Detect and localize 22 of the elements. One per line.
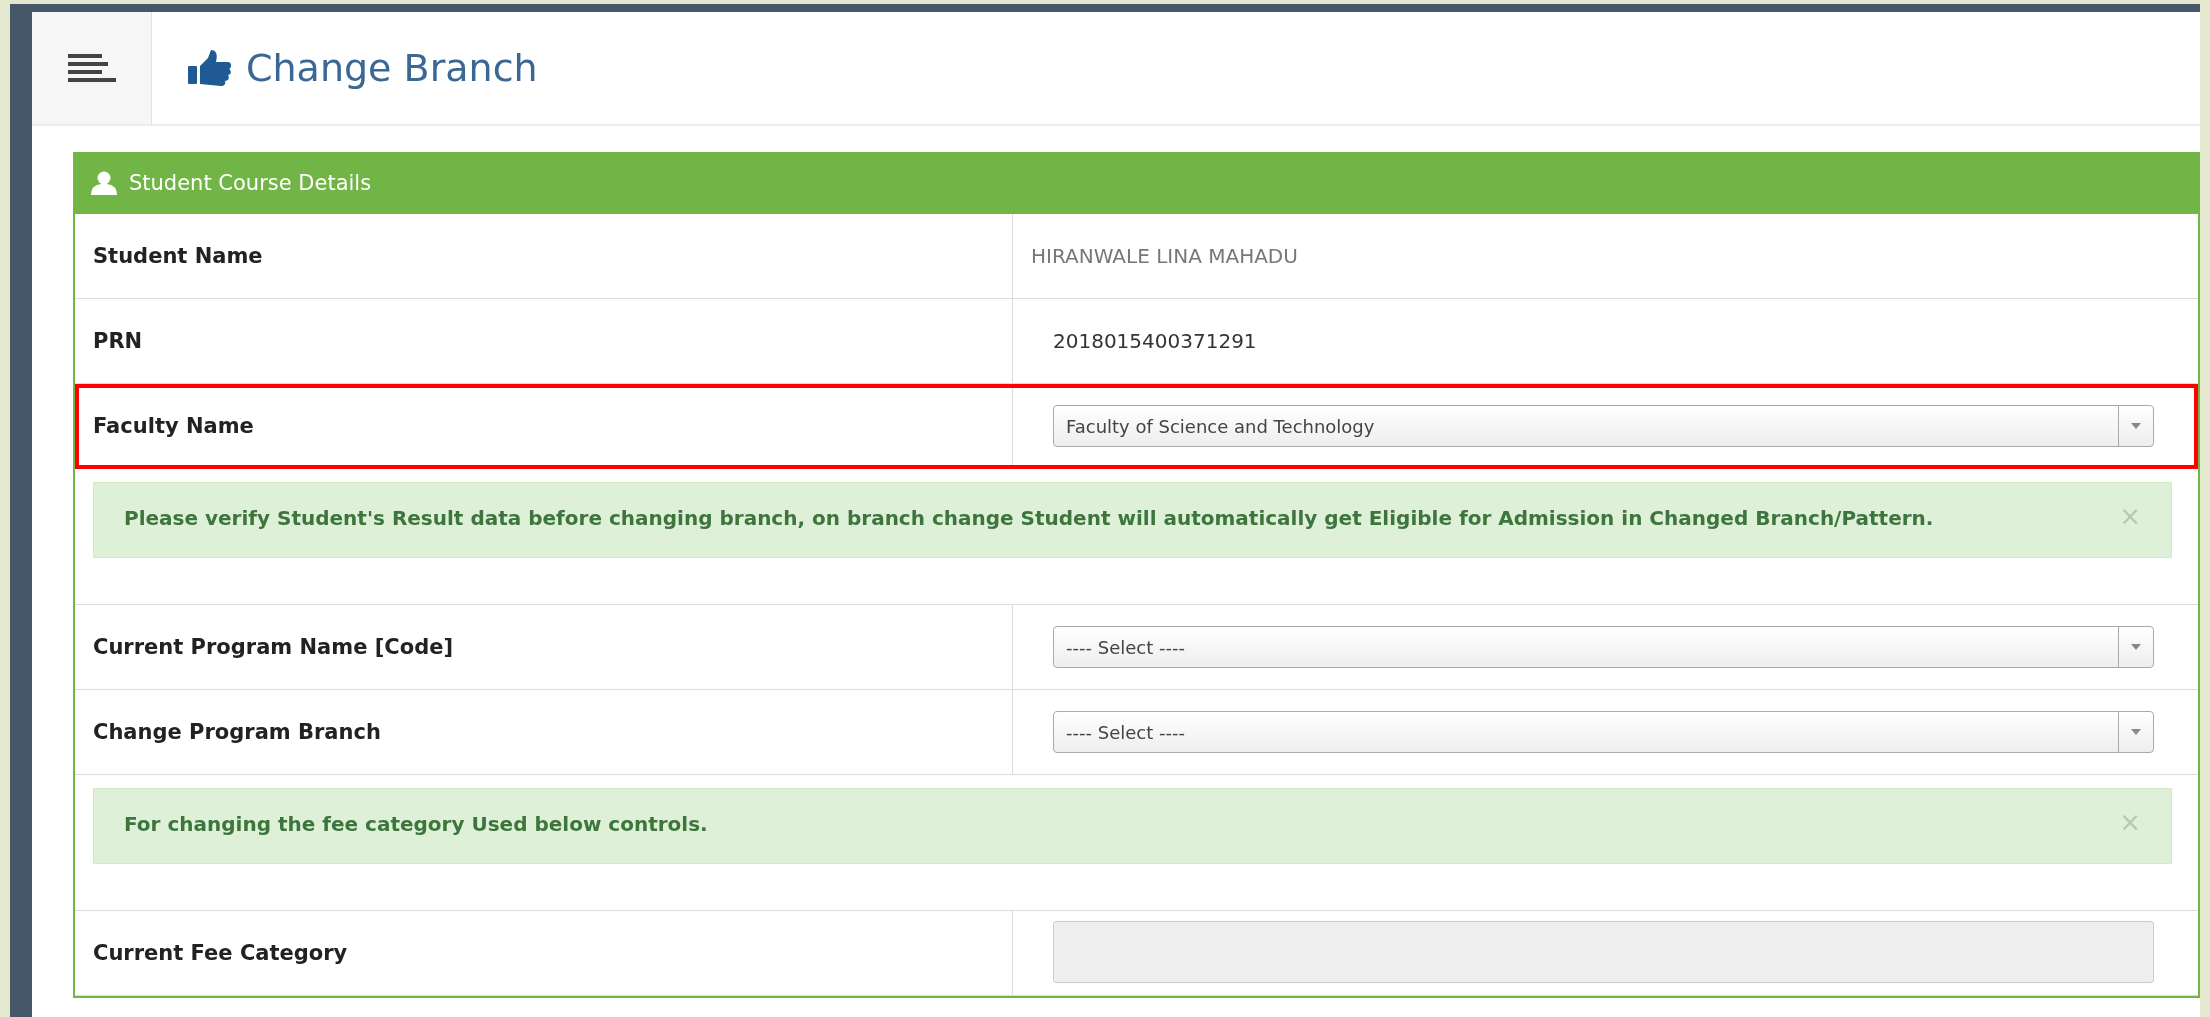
user-icon <box>91 171 117 195</box>
field-label: Student Name <box>75 214 1013 298</box>
menu-button[interactable] <box>32 12 152 124</box>
menu-icon <box>67 52 116 84</box>
caret-icon <box>2131 423 2141 429</box>
dropdown[interactable]: Faculty of Science and Technology <box>1053 405 2154 447</box>
field-label: Faculty Name <box>75 384 1013 468</box>
field-label: Current Program Name [Code] <box>75 605 1013 689</box>
page-title: Change Branch <box>246 46 538 90</box>
field-label: Change Program Branch <box>75 690 1013 774</box>
field-label: PRN <box>75 299 1013 383</box>
field-value: 2018015400371291 <box>1053 329 1257 353</box>
field-label: Current Fee Category <box>75 911 1013 995</box>
field-value: HIRANWALE LINA MAHADU <box>1031 244 1298 268</box>
dropdown[interactable]: ---- Select ---- <box>1053 626 2154 668</box>
alert-message: For changing the fee category Used below controls. <box>124 811 709 838</box>
dropdown[interactable]: ---- Select ---- <box>1053 711 2154 753</box>
thumbs-up-icon <box>188 50 232 86</box>
caret-icon <box>2131 729 2141 735</box>
panel-title: Student Course Details <box>129 171 372 195</box>
alert-message: Please verify Student's Result data before changing branch, on branch change Student will automatically get Eligible for Admission in Changed Branch/Pattern. <box>124 505 1935 532</box>
caret-icon <box>2131 644 2141 650</box>
